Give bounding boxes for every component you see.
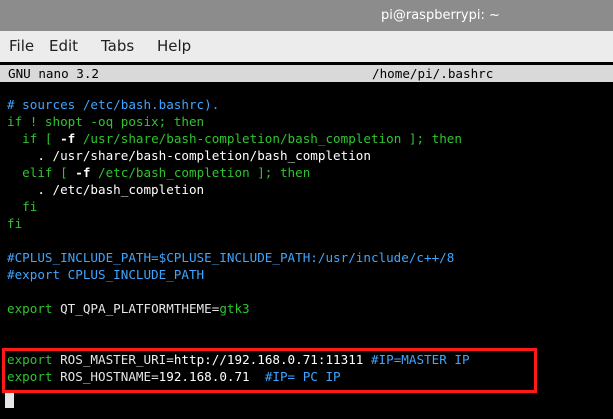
menu-file[interactable]: File (9, 31, 34, 62)
code-token: -f (75, 165, 91, 180)
code-token: #CPLUS_INCLUDE_PATH=$CPLUSE_INCLUDE_PATH… (7, 250, 455, 265)
menu-help[interactable]: Help (157, 31, 191, 62)
editor-line: fi (7, 215, 22, 232)
editor-line: export QT_QPA_PLATFORMTHEME=gtk3 (7, 300, 250, 317)
code-token: fi (7, 216, 23, 231)
terminal-window: pi@raspberrypi: ~ File Edit Tabs Help GN… (0, 0, 613, 419)
terminal-area[interactable]: GNU nano 3.2 /home/pi/.bashrc # sources … (0, 62, 613, 419)
highlight-box (2, 348, 537, 393)
nano-version: GNU nano 3.2 (8, 66, 99, 81)
code-token: fi (7, 199, 38, 214)
menu-bar: File Edit Tabs Help (0, 31, 613, 62)
editor-line: if ! shopt -oq posix; then (7, 113, 204, 130)
editor-line: . /etc/bash_completion (7, 181, 204, 198)
editor-line: #export CPLUS_INCLUDE_PATH (7, 266, 204, 283)
code-token: # sources /etc/bash.bashrc). (7, 97, 220, 112)
nano-filename: /home/pi/.bashrc (372, 66, 494, 81)
editor-line: . /usr/share/bash-completion/bash_comple… (7, 147, 371, 164)
code-token: QT_QPA_PLATFORMTHEME= (52, 301, 220, 316)
code-token: #export CPLUS_INCLUDE_PATH (7, 267, 205, 282)
code-token: if ! shopt -oq posix; then (7, 114, 205, 129)
editor-line: #CPLUS_INCLUDE_PATH=$CPLUSE_INCLUDE_PATH… (7, 249, 454, 266)
code-token: /usr/share/bash-completion/bash_completi… (75, 131, 462, 146)
code-token: if [ (7, 131, 61, 146)
editor-line: fi (7, 198, 37, 215)
code-token: elif [ (7, 165, 76, 180)
nano-header-bar: GNU nano 3.2 /home/pi/.bashrc (0, 65, 613, 82)
title-bar[interactable]: pi@raspberrypi: ~ (0, 0, 613, 31)
editor-line: elif [ -f /etc/bash_completion ]; then (7, 164, 310, 181)
code-token: . /usr/share/bash-completion/bash_comple… (7, 148, 371, 163)
menu-tabs[interactable]: Tabs (101, 31, 134, 62)
editor-line: if [ -f /usr/share/bash-completion/bash_… (7, 130, 462, 147)
code-token: . /etc/bash_completion (7, 182, 205, 197)
menu-edit[interactable]: Edit (49, 31, 78, 62)
editor-line: # sources /etc/bash.bashrc). (7, 96, 219, 113)
code-token: gtk3 (219, 301, 250, 316)
text-cursor (5, 393, 14, 408)
code-token: /etc/bash_completion ]; then (90, 165, 311, 180)
code-token: export (7, 301, 53, 316)
code-token: -f (60, 131, 76, 146)
window-title: pi@raspberrypi: ~ (381, 8, 500, 23)
